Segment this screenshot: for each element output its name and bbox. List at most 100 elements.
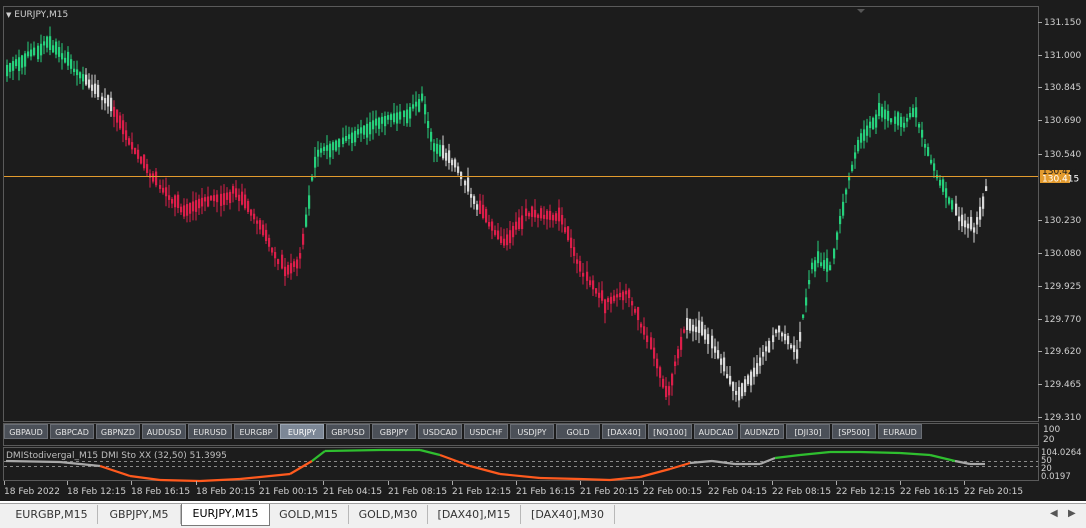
candle-body [326, 145, 329, 151]
indicator-segment [439, 453, 471, 468]
symbol-button-audusd[interactable]: AUDUSD [142, 424, 186, 439]
chart-tab-gold-m30[interactable]: GOLD,M30 [349, 505, 428, 524]
candle-body [869, 121, 872, 129]
candle-body [296, 259, 299, 269]
candle-body [808, 280, 811, 285]
symbol-button-sp500[interactable]: [SP500] [832, 424, 876, 439]
symbol-button-usdjpy[interactable]: USDJPY [510, 424, 554, 439]
indicator-segment [899, 451, 931, 457]
candle-body [589, 280, 592, 286]
candle-body [534, 209, 537, 218]
candle-body [70, 59, 73, 69]
candle-body [628, 289, 631, 299]
price-tick-label: 130.845 [1044, 83, 1081, 93]
indicator-scale: 104.0264 50 20 0.0197 [1041, 449, 1082, 482]
button-pane-scale-bottom: 20 [1043, 435, 1055, 445]
candle-body [27, 51, 30, 57]
symbol-button-usdchf[interactable]: USDCHF [464, 424, 508, 439]
candle-body [509, 230, 512, 244]
candle-body [390, 114, 393, 120]
symbol-button-gbpnzd[interactable]: GBPNZD [96, 424, 140, 439]
symbol-button-gold[interactable]: GOLD [556, 424, 600, 439]
symbol-button-euraud[interactable]: EURAUD [878, 424, 922, 439]
candle-body [948, 197, 951, 204]
candle-body [491, 221, 494, 231]
symbol-button-eurjpy[interactable]: EURJPY [280, 424, 324, 439]
symbol-button-gbpaud[interactable]: GBPAUD [4, 424, 48, 439]
symbol-button-gbpjpy[interactable]: GBPJPY [372, 424, 416, 439]
candle-body [174, 195, 177, 208]
candle-body [765, 346, 768, 352]
candle-body [12, 61, 15, 71]
candle-body [110, 97, 113, 112]
candle-body [576, 259, 579, 264]
symbol-button-usdcad[interactable]: USDCAD [418, 424, 462, 439]
candle-body [558, 207, 561, 222]
candle-body [790, 344, 793, 349]
candle-body [820, 262, 823, 266]
symbol-button-audcad[interactable]: AUDCAD [694, 424, 738, 439]
candle-body [503, 238, 506, 246]
candle-body [43, 41, 46, 46]
candle-body [369, 122, 372, 135]
indicator-segment [499, 472, 541, 480]
candle-body [921, 129, 924, 138]
chart-window[interactable]: 131.150 131.000 130.845 130.690 130.540 130.2… [0, 0, 1086, 501]
candle-body [332, 142, 335, 151]
candle-body [732, 381, 735, 392]
candle-body [418, 99, 421, 112]
candle-body [714, 346, 717, 353]
candle-body [207, 196, 210, 207]
symbol-button-eurgbp[interactable]: EURGBP [234, 424, 278, 439]
symbol-button-gbpcad[interactable]: GBPCAD [50, 424, 94, 439]
symbol-button-dji30[interactable]: [DJI30] [786, 424, 830, 439]
symbol-button-eurusd[interactable]: EURUSD [188, 424, 232, 439]
candle-body [863, 129, 866, 141]
chart-tab-gold-m15[interactable]: GOLD,M15 [269, 505, 349, 524]
price-tick-label: 130.540 [1044, 150, 1081, 160]
chart-tab-eurgbp-m15[interactable]: EURGBP,M15 [6, 505, 98, 524]
candle-body [201, 197, 204, 207]
candle-body [619, 292, 622, 298]
chart-tab-eurjpy-m15[interactable]: EURJPY,M15 [181, 504, 270, 526]
candle-body [726, 374, 729, 378]
candle-body [415, 101, 418, 107]
candle-body [393, 113, 396, 123]
chart-tab--dax40--m30[interactable]: [DAX40],M30 [521, 505, 615, 524]
candle-body [470, 194, 473, 198]
indicator-segment [239, 472, 291, 481]
candle-body [817, 251, 820, 264]
candle-body [515, 221, 518, 230]
symbol-button-dax40[interactable]: [DAX40] [602, 424, 646, 439]
candle-body [601, 290, 604, 301]
symbol-button-nq100[interactable]: [NQ100] [648, 424, 692, 439]
candle-body [750, 371, 753, 386]
candle-body [40, 43, 43, 56]
candle-body [348, 134, 351, 140]
candle-body [85, 74, 88, 85]
price-axis: 131.150 131.000 130.845 130.690 130.540 130.2… [1038, 18, 1081, 423]
candle-body [424, 104, 427, 115]
symbol-button-audnzd[interactable]: AUDNZD [740, 424, 784, 439]
symbol-button-gbpusd[interactable]: GBPUSD [326, 424, 370, 439]
chart-tab--dax40--m15[interactable]: [DAX40],M15 [428, 505, 521, 524]
candle-body [159, 185, 162, 189]
tab-scroll-right-icon[interactable]: ▶ [1068, 508, 1076, 519]
candle-body [662, 378, 665, 388]
candle-body [787, 335, 790, 345]
candle-body [448, 150, 451, 163]
candle-body [683, 329, 686, 333]
candle-body [543, 214, 546, 219]
indicator-segment [859, 450, 901, 455]
chart-tab-gbpjpy-m5[interactable]: GBPJPY,M5 [98, 505, 181, 524]
candle-body [229, 191, 232, 204]
candle-body [162, 187, 165, 193]
candle-body [317, 149, 320, 157]
candle-body [271, 247, 274, 253]
collapse-triangle-icon[interactable]: ▼ [6, 11, 11, 19]
indicator-segment [774, 453, 801, 460]
candle-body [149, 173, 152, 178]
candle-body [482, 204, 485, 219]
candle-body [518, 217, 521, 230]
tab-scroll-left-icon[interactable]: ◀ [1050, 508, 1058, 519]
